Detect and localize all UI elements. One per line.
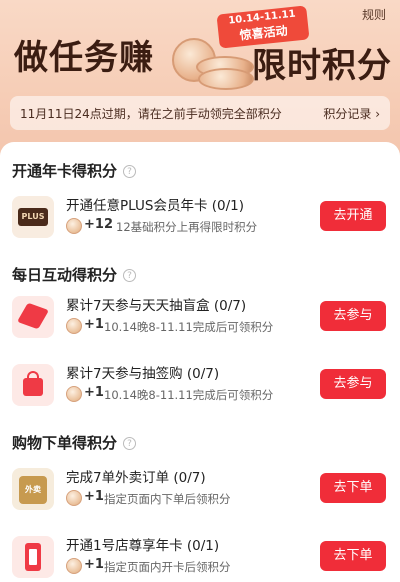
coin-icon [66,318,82,334]
task-reward: +1 [84,317,104,332]
coin-icon [66,218,82,234]
section-title-text: 开通年卡得积分 [12,162,118,180]
task-row: 累计7天参与天天抽盲盒 (0/7) +1 10.14晚8-11.11完成后可领积… [0,292,400,352]
section-title-annual-card: 开通年卡得积分? [12,160,137,181]
help-icon[interactable]: ? [123,165,137,178]
coin-icon [66,386,82,402]
task-reward: +1 [84,489,104,504]
gift-box-icon [12,296,54,338]
takeout-label: 外卖 [19,476,47,504]
expiry-notice-text: 11月11日24点过期，请在之前手动领完全部积分 [20,107,282,121]
plus-card-label: PLUS [18,208,48,226]
help-icon[interactable]: ? [123,437,137,450]
activate-button[interactable]: 去开通 [320,201,386,231]
points-record-link[interactable]: 积分记录 › [323,105,380,122]
task-row: 开通1号店尊享年卡 (0/1) +1 指定页面内开卡后领积分 去下单 [0,532,400,582]
coin-icon [66,490,82,506]
rules-link[interactable]: 规则 [362,6,386,23]
takeout-icon: 外卖 [12,468,54,510]
task-title: 开通1号店尊享年卡 (0/1) [66,538,220,554]
place-order-button[interactable]: 去下单 [320,473,386,503]
task-title: 完成7单外卖订单 (0/7) [66,470,206,486]
task-description: 10.14晚8-11.11完成后可领积分 [104,320,274,334]
task-reward: +1 [84,557,104,572]
banner-title-right: 限时积分 [252,46,392,86]
task-description: 指定页面内下单后领积分 [104,492,231,506]
store-card-icon [12,536,54,578]
task-reward: +12 [84,217,113,232]
task-description: 10.14晚8-11.11完成后可领积分 [104,388,274,402]
section-title-text: 每日互动得积分 [12,266,118,284]
section-title-shopping: 购物下单得积分? [12,432,137,453]
task-row: 外卖 完成7单外卖订单 (0/7) +1 指定页面内下单后领积分 去下单 [0,464,400,524]
participate-button[interactable]: 去参与 [320,369,386,399]
plus-card-icon: PLUS [12,196,54,238]
task-title: 累计7天参与天天抽盲盒 (0/7) [66,298,247,314]
coin-icon [66,558,82,574]
task-description: 12基础积分上再得限时积分 [116,220,258,234]
task-description: 指定页面内开卡后领积分 [104,560,231,574]
task-title: 累计7天参与抽签购 (0/7) [66,366,220,382]
banner: 规则 做任务赚 10.14-11.11 惊喜活动 限时积分 11月11日24点过… [0,0,400,160]
section-title-daily: 每日互动得积分? [12,264,137,285]
place-order-button[interactable]: 去下单 [320,541,386,571]
help-icon[interactable]: ? [123,269,137,282]
expiry-notice: 11月11日24点过期，请在之前手动领完全部积分 积分记录 › [10,96,390,130]
shopping-bag-icon [12,364,54,406]
task-row: 累计7天参与抽签购 (0/7) +1 10.14晚8-11.11完成后可领积分 … [0,360,400,420]
banner-title-left: 做任务赚 [14,38,154,78]
task-row: PLUS 开通任意PLUS会员年卡 (0/1) +12 12基础积分上再得限时积… [0,192,400,252]
task-list-panel: 开通年卡得积分? PLUS 开通任意PLUS会员年卡 (0/1) +12 12基… [0,142,400,582]
section-title-text: 购物下单得积分 [12,434,118,452]
task-title: 开通任意PLUS会员年卡 (0/1) [66,198,244,214]
task-reward: +1 [84,385,104,400]
participate-button[interactable]: 去参与 [320,301,386,331]
